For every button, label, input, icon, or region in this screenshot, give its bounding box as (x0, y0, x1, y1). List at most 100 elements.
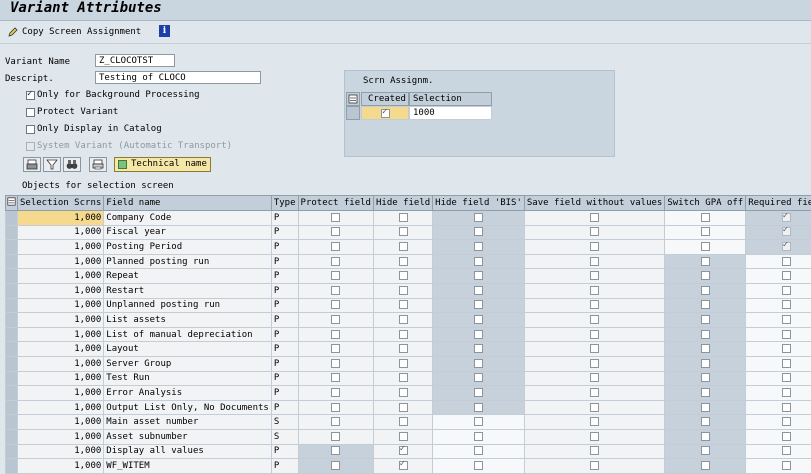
grid-checkbox[interactable] (331, 271, 341, 281)
grid-checkbox[interactable] (700, 431, 710, 441)
grid-checkbox[interactable] (700, 358, 710, 368)
table-row[interactable]: 1,000 Display all values P (5, 443, 811, 460)
row-selector[interactable] (5, 224, 18, 241)
grid-checkbox[interactable] (474, 446, 484, 456)
grid-checkbox[interactable] (474, 329, 484, 339)
grid-checkbox[interactable] (331, 358, 341, 368)
table-row[interactable]: 1,000 Main asset number S (5, 414, 811, 430)
row-selector[interactable] (5, 370, 18, 387)
grid-checkbox[interactable] (700, 329, 710, 339)
grid-checkbox[interactable] (474, 402, 484, 412)
grid-checkbox[interactable] (474, 227, 484, 237)
grid-checkbox[interactable] (474, 358, 484, 368)
descript-field[interactable]: Testing of CLOCO (95, 71, 261, 84)
row-selector[interactable] (5, 253, 18, 270)
grid-checkbox[interactable] (398, 271, 408, 281)
table-row[interactable]: 1,000 Asset subnumber S (5, 428, 811, 445)
grid-checkbox[interactable] (590, 402, 600, 412)
col-protect-field[interactable]: Protect field (297, 195, 374, 211)
grid-checkbox[interactable] (398, 402, 408, 412)
col-hide-field[interactable]: Hide field (372, 195, 434, 211)
grid-checkbox[interactable] (398, 431, 408, 441)
grid-checkbox[interactable] (398, 329, 408, 339)
filter-button[interactable] (43, 157, 61, 172)
row-selector[interactable] (5, 326, 18, 343)
grid-checkbox[interactable] (781, 460, 791, 470)
table-row[interactable]: 1,000 Error Analysis P (5, 385, 811, 401)
copy-screen-assignment-button[interactable]: Copy Screen Assignment (8, 25, 141, 39)
grid-checkbox[interactable] (331, 241, 341, 251)
grid-checkbox[interactable] (700, 417, 710, 427)
grid-checkbox[interactable] (474, 271, 484, 281)
col-hide-field-bis[interactable]: Hide field 'BIS' (432, 195, 525, 211)
grid-checkbox[interactable] (700, 402, 710, 412)
grid-checkbox[interactable] (398, 460, 408, 470)
grid-checkbox[interactable] (331, 300, 341, 310)
select-all-header[interactable] (5, 195, 18, 211)
grid-checkbox[interactable] (398, 241, 408, 251)
grid-checkbox[interactable] (398, 445, 408, 456)
grid-checkbox[interactable] (474, 460, 484, 470)
grid-checkbox[interactable] (398, 256, 408, 266)
grid-checkbox[interactable] (590, 417, 600, 427)
grid-checkbox[interactable] (590, 431, 600, 441)
grid-checkbox[interactable] (781, 387, 791, 397)
table-row[interactable]: 1,000 Restart P (5, 282, 811, 299)
grid-checkbox[interactable] (781, 285, 791, 295)
select-all-icon[interactable] (346, 92, 360, 106)
row-selector[interactable] (5, 282, 18, 299)
grid-checkbox[interactable] (474, 314, 484, 324)
row-selector[interactable] (5, 268, 18, 284)
grid-checkbox[interactable] (781, 373, 791, 383)
print-preview-button[interactable] (89, 157, 107, 172)
grid-checkbox[interactable] (781, 256, 791, 266)
grid-checkbox[interactable] (398, 314, 408, 324)
grid-checkbox[interactable] (700, 256, 710, 266)
grid-checkbox[interactable] (590, 271, 600, 281)
grid-checkbox[interactable] (700, 285, 710, 295)
grid-checkbox[interactable] (590, 212, 600, 222)
grid-checkbox[interactable] (700, 300, 710, 310)
table-row[interactable]: 1,000 Repeat P (5, 268, 811, 284)
row-selector[interactable] (5, 385, 18, 401)
col-required-field[interactable]: Required field (745, 195, 811, 211)
grid-checkbox[interactable] (590, 373, 600, 383)
row-selector[interactable] (5, 355, 18, 372)
grid-checkbox[interactable] (700, 344, 710, 354)
grid-checkbox[interactable] (781, 226, 791, 237)
grid-checkbox[interactable] (590, 446, 600, 456)
table-row[interactable]: 1,000 Unplanned posting run P (5, 297, 811, 314)
grid-checkbox[interactable] (331, 460, 341, 470)
grid-checkbox[interactable] (331, 212, 341, 222)
technical-name-button[interactable]: Technical name (114, 157, 211, 172)
grid-checkbox[interactable] (331, 256, 341, 266)
table-row[interactable]: 1,000 Posting Period P (5, 239, 811, 255)
grid-checkbox[interactable] (700, 227, 710, 237)
row-selector[interactable] (5, 312, 18, 328)
grid-checkbox[interactable] (781, 446, 791, 456)
grid-checkbox[interactable] (590, 314, 600, 324)
grid-checkbox[interactable] (590, 285, 600, 295)
grid-checkbox[interactable] (781, 329, 791, 339)
grid-checkbox[interactable] (590, 329, 600, 339)
grid-checkbox[interactable] (331, 446, 341, 456)
grid-checkbox[interactable] (398, 227, 408, 237)
row-selector[interactable] (5, 458, 18, 474)
table-row[interactable]: 1,000 Fiscal year P (5, 224, 811, 241)
protect-variant-checkbox[interactable] (26, 108, 35, 117)
grid-checkbox[interactable] (398, 417, 408, 427)
row-selector[interactable] (5, 428, 18, 445)
grid-checkbox[interactable] (700, 387, 710, 397)
grid-checkbox[interactable] (474, 212, 484, 222)
grid-checkbox[interactable] (781, 417, 791, 427)
grid-checkbox[interactable] (474, 387, 484, 397)
grid-checkbox[interactable] (474, 373, 484, 383)
print-button[interactable] (23, 157, 41, 172)
grid-checkbox[interactable] (331, 373, 341, 383)
grid-checkbox[interactable] (781, 358, 791, 368)
grid-checkbox[interactable] (700, 241, 710, 251)
grid-checkbox[interactable] (590, 256, 600, 266)
grid-checkbox[interactable] (331, 402, 341, 412)
grid-checkbox[interactable] (398, 285, 408, 295)
grid-checkbox[interactable] (398, 358, 408, 368)
